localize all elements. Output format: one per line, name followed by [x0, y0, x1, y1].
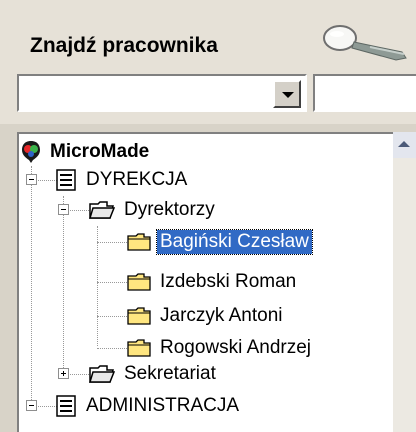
tree-connector	[97, 226, 98, 346]
minus-icon	[61, 209, 66, 210]
tree-connector	[97, 316, 127, 317]
expander-administracja[interactable]	[26, 400, 37, 411]
tree-node-label: Dyrektorzy	[124, 199, 215, 220]
open-folder-icon	[89, 365, 115, 383]
tree-connector	[63, 196, 64, 376]
tree-connector	[31, 166, 32, 402]
tree-node-dyrektorzy[interactable]: Dyrektorzy	[89, 196, 218, 224]
folder-icon	[127, 307, 151, 325]
tree-node-label: DYREKCJA	[86, 169, 188, 190]
tree-node-label-selected: Bagiński Czesław	[156, 229, 313, 255]
tree-node-sekretariat[interactable]: Sekretariat	[89, 360, 219, 388]
tree-node-label: ADMINISTRACJA	[86, 395, 240, 416]
employee-combobox[interactable]	[17, 74, 307, 112]
tree-node-label: Sekretariat	[124, 363, 216, 384]
tree-node-label: Jarczyk Antoni	[160, 305, 283, 326]
search-title: Znajdź pracownika	[30, 34, 218, 57]
combobox-dropdown-button[interactable]	[273, 80, 301, 108]
tree-node-administracja[interactable]: ADMINISTRACJA	[55, 392, 242, 420]
micromade-logo-icon	[22, 141, 40, 163]
open-folder-icon	[89, 201, 115, 219]
department-icon	[56, 395, 76, 417]
expander-dyrektorzy[interactable]	[58, 204, 69, 215]
expander-dyrekcja[interactable]	[26, 174, 37, 185]
search-magnifier-icon[interactable]	[318, 22, 412, 62]
tree-node-label: Izdebski Roman	[160, 271, 297, 292]
organization-tree[interactable]: MicroMade DYREKCJA Dyrektorzy Bagiński C…	[17, 132, 393, 432]
tree-node-employee[interactable]: Jarczyk Antoni	[127, 302, 286, 330]
search-text-field[interactable]	[313, 74, 416, 112]
chevron-down-icon	[282, 92, 294, 98]
minus-icon	[29, 405, 34, 406]
scroll-up-button[interactable]	[393, 132, 416, 158]
chevron-up-icon	[398, 141, 410, 147]
tree-root-node[interactable]: MicroMade	[21, 138, 152, 166]
minus-icon	[29, 179, 34, 180]
search-panel: Znajdź pracownika	[0, 0, 416, 124]
tree-connector	[97, 348, 127, 349]
tree-node-employee[interactable]: Bagiński Czesław	[127, 228, 313, 256]
tree-node-label: Rogowski Andrzej	[160, 337, 312, 358]
folder-icon	[127, 339, 151, 357]
department-icon	[56, 169, 76, 191]
folder-icon	[127, 233, 151, 251]
tree-connector	[97, 242, 127, 243]
tree-root-label: MicroMade	[50, 141, 150, 162]
tree-connector	[97, 282, 127, 283]
tree-node-employee[interactable]: Izdebski Roman	[127, 268, 299, 296]
expander-sekretariat[interactable]	[58, 368, 69, 379]
folder-icon	[127, 273, 151, 291]
tree-node-employee[interactable]: Rogowski Andrzej	[127, 334, 314, 362]
tree-scrollbar[interactable]	[393, 132, 416, 432]
plus-icon-v	[63, 371, 64, 376]
tree-node-dyrekcja[interactable]: DYREKCJA	[55, 166, 190, 194]
tree-panel: MicroMade DYREKCJA Dyrektorzy Bagiński C…	[0, 124, 416, 432]
